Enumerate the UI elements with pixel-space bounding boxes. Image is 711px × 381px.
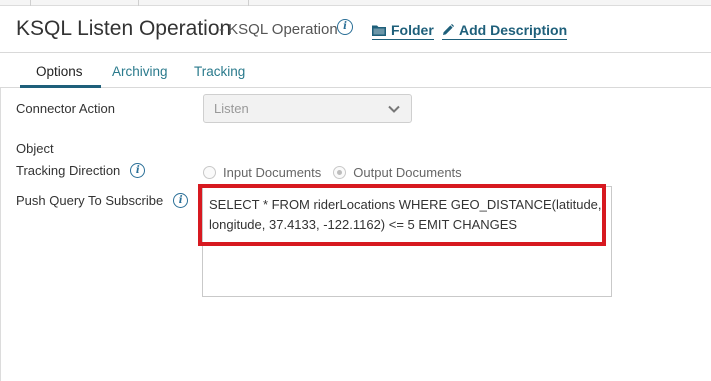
object-label-text: Object [16,141,54,156]
connector-action-value: Listen [214,101,249,116]
add-description-link[interactable]: Add Description [442,20,568,40]
tracking-direction-label-text: Tracking Direction [16,163,121,178]
info-icon[interactable]: i [173,193,189,208]
tracking-direction-radios: Input Documents Output Documents [203,165,462,180]
connector-action-label-text: Connector Action [16,101,116,116]
tracking-direction-label: Tracking Direction i [16,163,146,178]
input-documents-radio[interactable] [203,166,216,179]
connector-action-label: Connector Action [16,101,115,116]
connector-action-select[interactable]: Listen [203,94,412,123]
panel-border [0,88,1,381]
info-icon[interactable]: i [337,19,353,35]
tab-bar: Options Archiving Tracking [0,54,711,88]
push-query-label-text: Push Query To Subscribe [16,193,164,208]
tab-archiving[interactable]: Archiving [112,64,168,79]
operation-header: KSQL Listen Operation - KSQL Operation i… [0,6,711,53]
folder-icon [372,25,386,36]
output-documents-radio[interactable] [333,166,347,179]
add-description-label: Add Description [459,21,568,38]
chevron-down-icon [388,105,400,113]
folder-link-label: Folder [391,21,434,38]
page-subtitle: - KSQL Operation [219,21,338,38]
active-tab-indicator [20,85,101,88]
output-documents-label: Output Documents [353,165,462,180]
folder-link[interactable]: Folder [372,20,434,40]
tab-tracking[interactable]: Tracking [194,64,245,79]
input-documents-label: Input Documents [223,165,322,180]
tab-options[interactable]: Options [36,64,83,79]
push-query-label: Push Query To Subscribe i [16,193,189,208]
info-icon[interactable]: i [130,163,146,178]
object-label: Object [16,141,54,156]
highlight-box [198,184,606,246]
page-title: KSQL Listen Operation [16,17,232,40]
pencil-icon [443,23,454,35]
